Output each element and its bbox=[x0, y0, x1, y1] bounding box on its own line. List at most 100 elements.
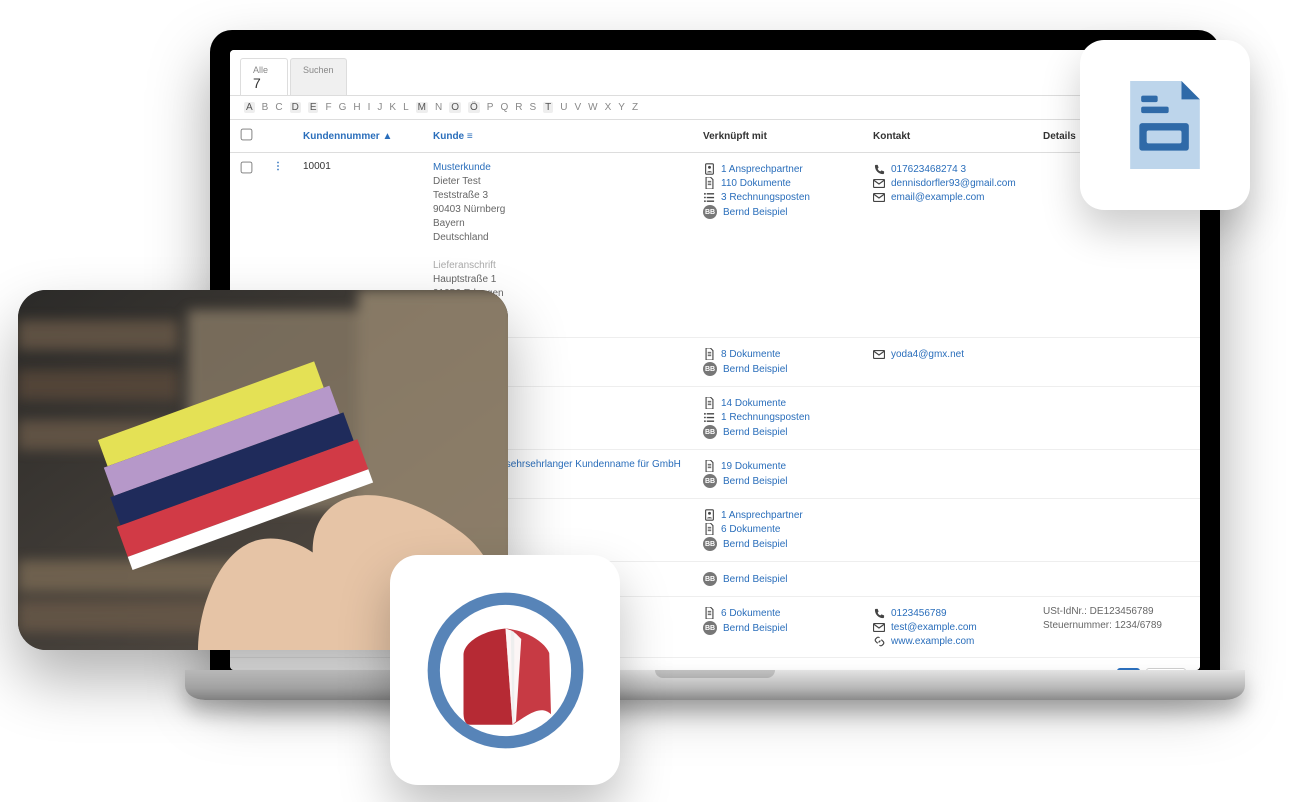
tab-alle-label: Alle bbox=[253, 65, 275, 75]
alpha-Ö[interactable]: Ö bbox=[468, 102, 480, 113]
linked-item[interactable]: BBBernd Beispiel bbox=[703, 205, 853, 219]
linked-item[interactable]: BBBernd Beispiel bbox=[703, 362, 853, 376]
linked-item[interactable]: BBBernd Beispiel bbox=[703, 474, 853, 488]
alpha-C[interactable]: C bbox=[275, 102, 282, 113]
row-menu-icon[interactable]: ⋮ bbox=[273, 161, 283, 172]
alpha-D[interactable]: D bbox=[290, 102, 301, 113]
alpha-H[interactable]: H bbox=[353, 102, 360, 113]
linked-item[interactable]: BBBernd Beispiel bbox=[703, 621, 853, 635]
alpha-X[interactable]: X bbox=[605, 102, 612, 113]
doc-icon bbox=[703, 397, 715, 409]
alpha-V[interactable]: V bbox=[574, 102, 581, 113]
alpha-Z[interactable]: Z bbox=[632, 102, 638, 113]
doc-icon bbox=[703, 523, 715, 535]
alpha-Y[interactable]: Y bbox=[618, 102, 625, 113]
doc-icon bbox=[703, 177, 715, 189]
alpha-F[interactable]: F bbox=[325, 102, 331, 113]
alphabet-filter: ABCDEFGHIJKLMNOÖPQRSTUVWXYZ bbox=[230, 95, 1200, 120]
contact-item[interactable]: www.example.com bbox=[873, 635, 1023, 647]
page-current[interactable]: 1 bbox=[1117, 668, 1141, 670]
alpha-Q[interactable]: Q bbox=[500, 102, 508, 113]
cell-verknuepft: 6 Dokumente BBBernd Beispiel bbox=[693, 597, 863, 658]
cell-details: USt-IdNr.: DE123456789Steuernummer: 1234… bbox=[1033, 597, 1200, 658]
cell-verknuepft: 19 Dokumente BBBernd Beispiel bbox=[693, 450, 863, 499]
book-logo-badge bbox=[390, 555, 620, 785]
linked-item[interactable]: 14 Dokumente bbox=[703, 397, 853, 409]
avatar-badge: BB bbox=[703, 425, 717, 439]
linked-item[interactable]: 8 Dokumente bbox=[703, 348, 853, 360]
laptop-base bbox=[185, 670, 1245, 700]
customer-name-link[interactable]: Musterkunde bbox=[433, 161, 683, 175]
select-all-checkbox[interactable] bbox=[241, 129, 253, 141]
linked-item[interactable]: BBBernd Beispiel bbox=[703, 572, 853, 586]
alpha-E[interactable]: E bbox=[308, 102, 319, 113]
alpha-G[interactable]: G bbox=[339, 102, 347, 113]
alpha-U[interactable]: U bbox=[560, 102, 567, 113]
alpha-S[interactable]: S bbox=[529, 102, 536, 113]
alpha-N[interactable]: N bbox=[435, 102, 442, 113]
list-icon bbox=[703, 411, 715, 423]
linked-item[interactable]: 6 Dokumente bbox=[703, 607, 853, 619]
linked-item[interactable]: 1 Ansprechpartner bbox=[703, 163, 853, 175]
cell-verknuepft: 1 Ansprechpartner 6 Dokumente BBBernd Beis… bbox=[693, 499, 863, 562]
tab-suchen[interactable]: Suchen bbox=[290, 58, 347, 95]
linked-item[interactable]: BBBernd Beispiel bbox=[703, 425, 853, 439]
contact-icon bbox=[703, 163, 715, 175]
doc-icon bbox=[703, 348, 715, 360]
linked-item[interactable]: 1 Rechnungsposten bbox=[703, 411, 853, 423]
linked-item[interactable]: BBBernd Beispiel bbox=[703, 537, 853, 551]
avatar-badge: BB bbox=[703, 474, 717, 488]
linked-item[interactable]: 110 Dokumente bbox=[703, 177, 853, 189]
cell-verknuepft: BBBernd Beispiel bbox=[693, 562, 863, 597]
col-menu bbox=[263, 120, 293, 153]
alpha-M[interactable]: M bbox=[416, 102, 428, 113]
alpha-L[interactable]: L bbox=[403, 102, 409, 113]
col-check bbox=[230, 120, 263, 153]
alpha-T[interactable]: T bbox=[543, 102, 553, 113]
document-badge bbox=[1080, 40, 1250, 210]
doc-icon bbox=[703, 607, 715, 619]
tab-suchen-label: Suchen bbox=[303, 65, 334, 75]
linked-item[interactable]: 3 Rechnungsposten bbox=[703, 191, 853, 203]
tabs: Alle 7 Suchen bbox=[230, 50, 1200, 95]
contact-item[interactable]: test@example.com bbox=[873, 621, 1023, 633]
avatar-badge: BB bbox=[703, 572, 717, 586]
contact-item[interactable]: dennisdorfler93@gmail.com bbox=[873, 177, 1023, 189]
alpha-W[interactable]: W bbox=[588, 102, 597, 113]
col-kontakt: Kontakt bbox=[863, 120, 1033, 153]
linked-item[interactable]: 6 Dokumente bbox=[703, 523, 853, 535]
alpha-A[interactable]: A bbox=[244, 102, 255, 113]
alpha-O[interactable]: O bbox=[449, 102, 461, 113]
row-checkbox[interactable] bbox=[241, 162, 253, 174]
avatar-badge: BB bbox=[703, 537, 717, 551]
contact-item[interactable]: 017623468274 3 bbox=[873, 163, 1023, 175]
alpha-P[interactable]: P bbox=[487, 102, 494, 113]
alpha-I[interactable]: I bbox=[368, 102, 371, 113]
cell-kontakt: 0123456789 test@example.com www.example.co… bbox=[863, 597, 1033, 658]
contact-item[interactable]: yoda4@gmx.net bbox=[873, 348, 1023, 360]
cell-kontakt: 017623468274 3 dennisdorfler93@gmail.com e… bbox=[863, 153, 1033, 338]
page-size[interactable]: 10 ▾ bbox=[1146, 668, 1186, 670]
avatar-badge: BB bbox=[703, 621, 717, 635]
document-icon bbox=[1110, 70, 1220, 180]
cell-kontakt bbox=[863, 499, 1033, 562]
contact-item[interactable]: email@example.com bbox=[873, 191, 1023, 203]
alpha-B[interactable]: B bbox=[262, 102, 269, 113]
tab-alle[interactable]: Alle 7 bbox=[240, 58, 288, 95]
alpha-R[interactable]: R bbox=[515, 102, 522, 113]
linked-item[interactable]: 1 Ansprechpartner bbox=[703, 509, 853, 521]
linked-item[interactable]: 19 Dokumente bbox=[703, 460, 853, 472]
contact-item[interactable]: 0123456789 bbox=[873, 607, 1023, 619]
phone-icon bbox=[873, 163, 885, 175]
alpha-J[interactable]: J bbox=[377, 102, 382, 113]
avatar-badge: BB bbox=[703, 362, 717, 376]
alpha-K[interactable]: K bbox=[389, 102, 396, 113]
cell-verknuepft: 1 Ansprechpartner 110 Dokumente 3 Rechnung… bbox=[693, 153, 863, 338]
list-icon bbox=[703, 191, 715, 203]
col-kunde[interactable]: Kunde ≡ bbox=[423, 120, 693, 153]
col-kundennummer[interactable]: Kundennummer ▲ bbox=[293, 120, 423, 153]
mail-icon bbox=[873, 191, 885, 203]
cell-verknuepft: 8 Dokumente BBBernd Beispiel bbox=[693, 338, 863, 387]
mail-icon bbox=[873, 348, 885, 360]
link-icon bbox=[873, 635, 885, 647]
